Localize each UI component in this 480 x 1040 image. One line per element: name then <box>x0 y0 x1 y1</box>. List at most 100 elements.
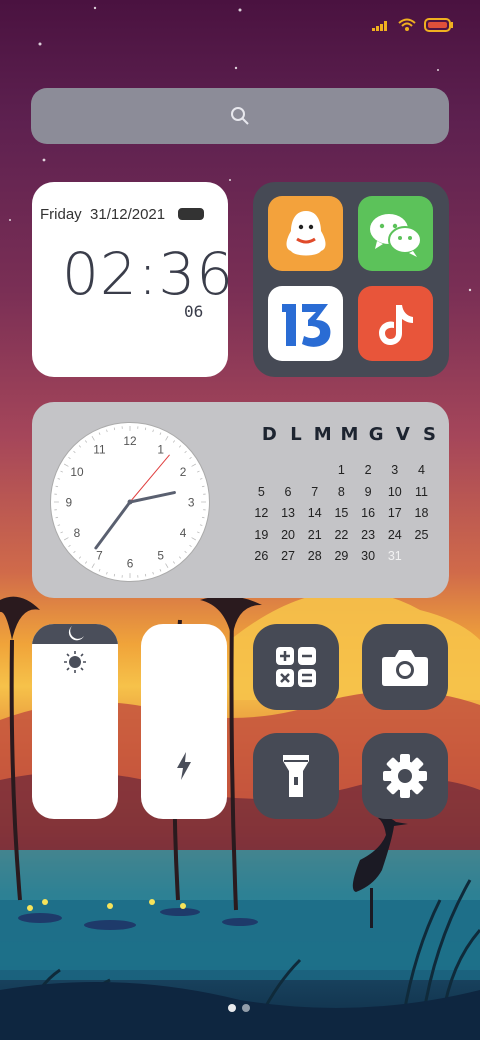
clock-tick <box>172 440 176 443</box>
calendar-day[interactable]: 2 <box>355 462 382 479</box>
tiktok-icon <box>378 304 413 345</box>
weekday-label: L <box>290 424 302 445</box>
calendar-day[interactable]: 25 <box>408 527 435 544</box>
seconds: 06 <box>184 302 204 321</box>
calendar-day[interactable]: 21 <box>301 527 328 544</box>
calendar-day[interactable]: 5 <box>248 484 275 501</box>
calendar-day[interactable]: 16 <box>355 505 382 522</box>
page-dot-1[interactable] <box>228 1004 236 1012</box>
clock-tick <box>106 571 108 575</box>
clock-number: 4 <box>180 526 187 540</box>
calendar-day[interactable]: 31 <box>381 548 408 565</box>
camera-tile[interactable] <box>362 624 448 710</box>
flashlight-tile[interactable] <box>253 733 339 819</box>
calendar-day[interactable]: 10 <box>381 484 408 501</box>
battery-icon <box>178 208 204 220</box>
clock-tick <box>73 550 76 554</box>
calendar-day <box>248 462 275 479</box>
clock-tick <box>159 569 162 572</box>
calendar-day[interactable]: 11 <box>408 484 435 501</box>
moon-icon <box>68 626 84 641</box>
date-label: Friday 31/12/2021 <box>40 206 165 223</box>
calendar-day[interactable]: 8 <box>328 484 355 501</box>
calendar-day[interactable]: 22 <box>328 527 355 544</box>
calendar-day[interactable]: 30 <box>355 548 382 565</box>
calendar-day[interactable]: 4 <box>408 462 435 479</box>
calendar-day[interactable]: 27 <box>275 548 302 565</box>
clock-tick <box>184 450 187 454</box>
clock-tick <box>57 524 61 526</box>
status-bar <box>372 18 454 32</box>
clock-tick <box>78 445 82 448</box>
calendar-day[interactable]: 29 <box>328 548 355 565</box>
calendar-day[interactable]: 6 <box>275 484 302 501</box>
page-dot-2[interactable] <box>242 1004 250 1012</box>
search-icon <box>231 107 249 125</box>
tiktok-app[interactable] <box>358 286 433 361</box>
clock-tick <box>189 544 192 548</box>
camera-icon <box>382 650 428 686</box>
calendar-day[interactable]: 24 <box>381 527 408 544</box>
clock-tick <box>165 563 169 569</box>
calendar-day[interactable]: 1 <box>328 462 355 479</box>
settings-tile[interactable] <box>362 733 448 819</box>
calendar-day <box>275 462 302 479</box>
weekday-label: D <box>261 424 277 445</box>
calendar-day <box>301 462 328 479</box>
brightness-slider[interactable] <box>32 624 118 819</box>
calendar-day[interactable]: 28 <box>301 548 328 565</box>
flashlight-icon <box>283 755 309 797</box>
clock-tick <box>144 427 147 431</box>
calendar-widget[interactable]: 12 1 2 3 4 5 6 7 8 9 10 11 DLMMGVS 1 2 3 4 5 6 7 8 9 10 11 12 1… <box>32 402 449 598</box>
clock-number: 12 <box>123 434 136 448</box>
clock-tick <box>159 432 162 435</box>
calendar-day[interactable]: 14 <box>301 505 328 522</box>
calendar-day[interactable]: 26 <box>248 548 275 565</box>
clock-tick <box>113 427 116 431</box>
calendar-day[interactable]: 9 <box>355 484 382 501</box>
clock-number: 8 <box>74 526 81 540</box>
calculator-tile[interactable] <box>253 624 339 710</box>
qq-app[interactable] <box>268 196 343 271</box>
clock-tick <box>152 571 154 575</box>
clock-tick <box>178 556 182 559</box>
clock-center <box>127 499 133 505</box>
calendar-day[interactable]: 19 <box>248 527 275 544</box>
clock-number: 3 <box>188 495 195 509</box>
clock-tick <box>172 561 176 564</box>
clock-tick <box>199 524 203 526</box>
clock-number: 10 <box>70 465 84 479</box>
lightning-icon <box>177 752 191 780</box>
clock-tick <box>191 463 197 467</box>
clock-tick <box>60 470 63 473</box>
clock-tick <box>201 485 205 488</box>
page-indicator[interactable] <box>228 1004 250 1012</box>
clock-tick <box>98 432 101 435</box>
clock-tick <box>189 456 192 460</box>
thirteen-app[interactable] <box>268 286 343 361</box>
clock-tick <box>191 537 197 541</box>
wechat-app[interactable] <box>358 196 433 271</box>
calendar-day[interactable]: 7 <box>301 484 328 501</box>
sun-icon <box>64 651 86 673</box>
calendar-day[interactable]: 15 <box>328 505 355 522</box>
calendar-day[interactable]: 12 <box>248 505 275 522</box>
clock-widget[interactable]: Friday 31/12/2021 02:36 06 <box>32 182 233 377</box>
search-bar[interactable] <box>31 88 449 144</box>
weekday-label: M <box>340 424 359 445</box>
app-folder-widget <box>253 182 449 377</box>
battery-slider[interactable] <box>141 624 227 819</box>
calendar-day[interactable]: 17 <box>381 505 408 522</box>
qq-penguin-icon <box>286 210 325 255</box>
calendar-day[interactable]: 13 <box>275 505 302 522</box>
clock-tick <box>55 516 59 519</box>
clock-tick <box>165 435 169 441</box>
calendar-day[interactable]: 20 <box>275 527 302 544</box>
calendar-day[interactable]: 23 <box>355 527 382 544</box>
weekday-label: M <box>313 424 332 445</box>
calendar-day[interactable]: 18 <box>408 505 435 522</box>
hours: 02 <box>62 240 138 308</box>
analog-clock: 121234567891011 <box>50 422 210 582</box>
calendar-day[interactable]: 3 <box>381 462 408 479</box>
calendar-days: 1 2 3 4 5 6 7 8 9 10 11 12 13 14 15 16 17 18 19 20 21 22 23 24 2… <box>248 462 436 565</box>
